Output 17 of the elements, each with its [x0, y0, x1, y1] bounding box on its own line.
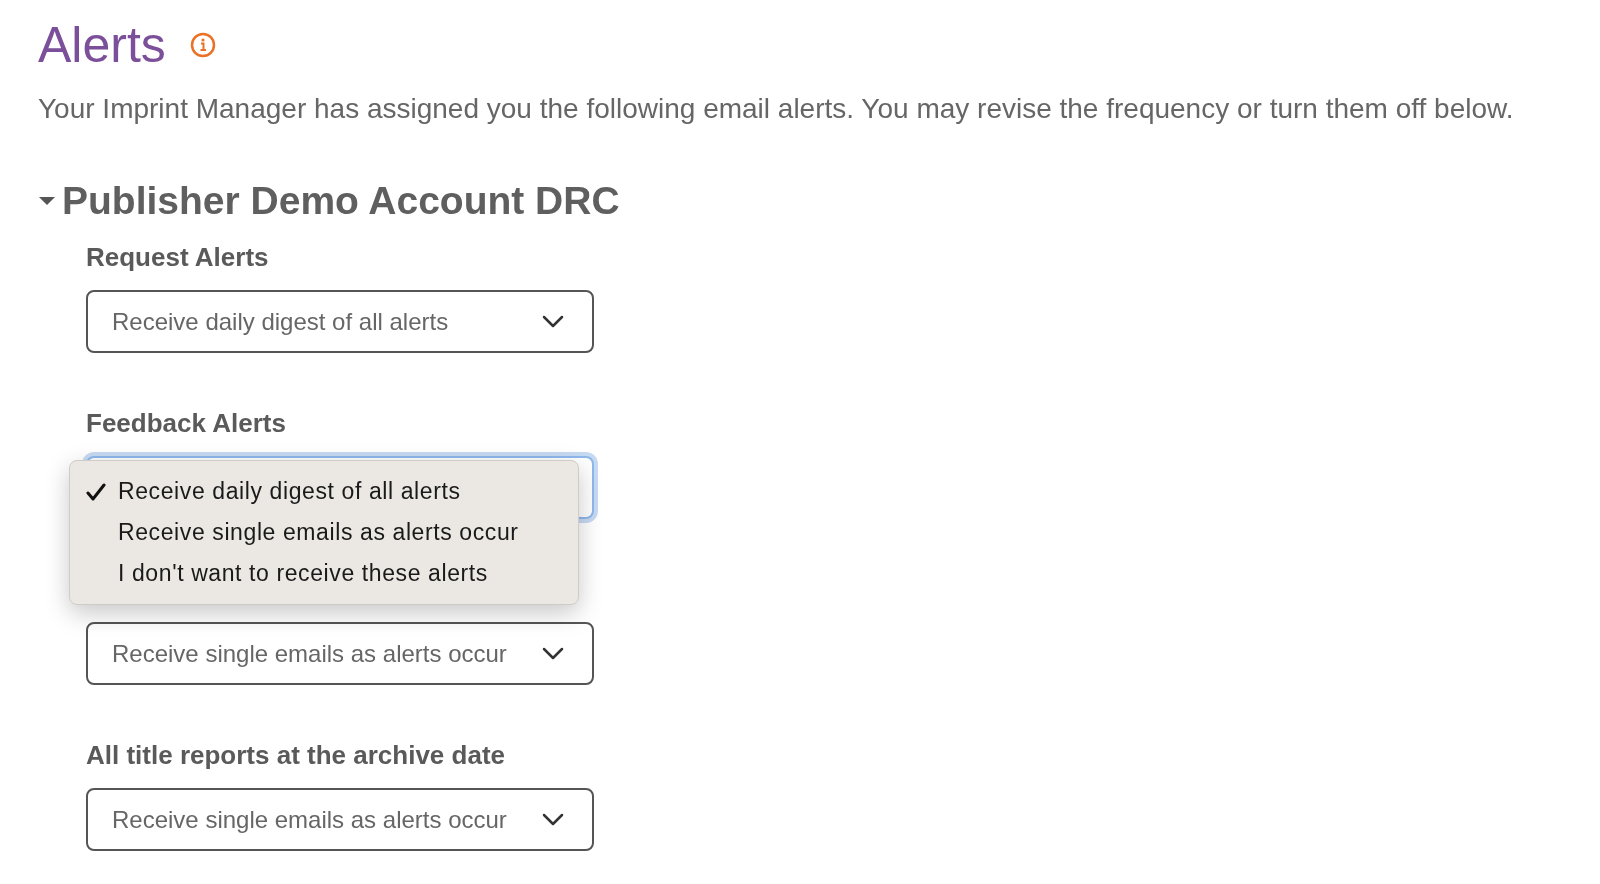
- info-icon[interactable]: [189, 32, 216, 58]
- section-label: All title reports at the archive date: [86, 739, 506, 772]
- frequency-select[interactable]: Receive daily digest of all alerts: [86, 290, 594, 353]
- menu-option[interactable]: Receive daily digest of all alerts: [70, 471, 578, 512]
- menu-option[interactable]: Receive single emails as alerts occur: [70, 512, 578, 553]
- frequency-select[interactable]: Receive single emails as alerts occur: [86, 788, 594, 851]
- menu-option[interactable]: I don't want to receive these alerts: [70, 553, 578, 594]
- description: Your Imprint Manager has assigned you the following email alerts. You may revise the frequency or turn them off below.: [38, 92, 1515, 126]
- chevron-down-icon: [542, 812, 564, 827]
- section-label: Feedback Alerts: [86, 407, 287, 440]
- chevron-down-icon: [542, 646, 564, 661]
- chevron-down-icon: [542, 314, 564, 329]
- page-title: Alerts: [38, 16, 166, 75]
- account-heading: Publisher Demo Account DRC: [62, 178, 620, 224]
- checkmark-icon: [86, 482, 106, 501]
- frequency-select[interactable]: Receive single emails as alerts occur: [86, 622, 594, 685]
- section-label: Request Alerts: [86, 241, 270, 274]
